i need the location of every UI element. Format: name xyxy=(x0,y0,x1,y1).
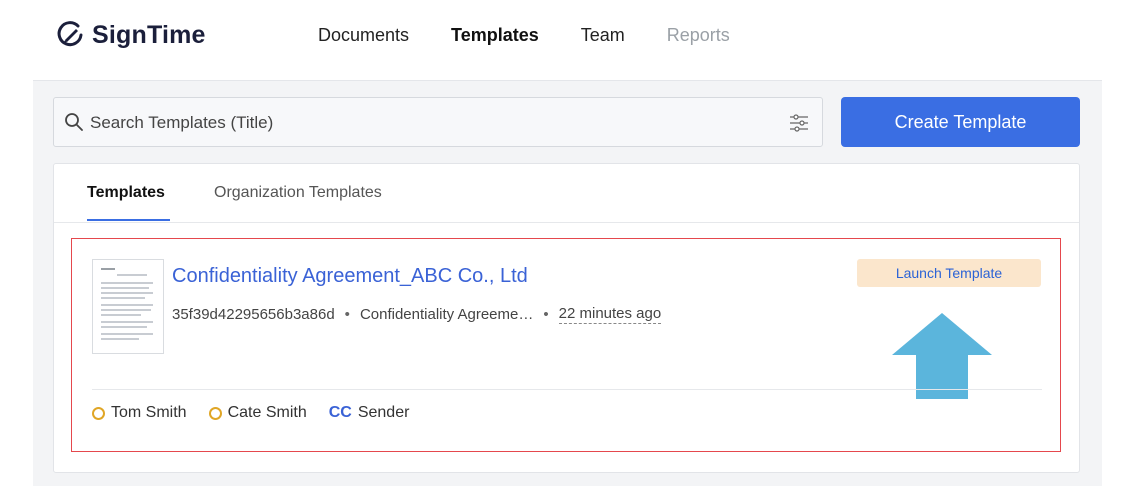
template-meta: 35f39d42295656b3a86d • Confidentiality A… xyxy=(172,305,662,324)
recipient-name: Cate Smith xyxy=(227,404,307,421)
template-list-item[interactable]: Confidentiality Agreement_ABC Co., Ltd 3… xyxy=(71,238,1061,452)
tab-organization-templates[interactable]: Organization Templates xyxy=(214,184,382,202)
search-bar xyxy=(53,97,823,148)
filter-sliders-icon[interactable] xyxy=(788,112,810,134)
recipient-list: Tom Smith Cate Smith CC Sender xyxy=(92,404,431,422)
item-divider xyxy=(92,389,1042,390)
arrow-up-icon xyxy=(892,313,992,399)
templates-card: Templates Organization Templates Confide… xyxy=(53,163,1080,473)
app-name: SignTime xyxy=(92,20,206,49)
template-file-name: Confidentiality Agreeme… xyxy=(359,306,534,323)
recipient-cc: CC Sender xyxy=(329,404,410,422)
nav-team[interactable]: Team xyxy=(581,22,625,48)
create-template-button[interactable]: Create Template xyxy=(841,97,1080,147)
template-title[interactable]: Confidentiality Agreement_ABC Co., Ltd xyxy=(172,265,528,288)
signer-ring-icon xyxy=(92,406,105,420)
signature-pen-icon xyxy=(57,21,83,47)
recipient-name: Sender xyxy=(357,404,410,421)
signer-ring-icon xyxy=(208,406,222,420)
recipient-name: Tom Smith xyxy=(111,404,187,421)
app-logo[interactable]: SignTime xyxy=(56,16,206,54)
recipient-signer: Cate Smith xyxy=(208,404,307,422)
top-header: SignTime Documents Templates Team Report… xyxy=(0,0,1122,80)
cc-badge: CC xyxy=(328,404,352,421)
launch-template-button[interactable]: Launch Template xyxy=(857,259,1041,287)
main-content: Create Template Templates Organization T… xyxy=(33,80,1102,486)
meta-separator: • xyxy=(344,306,350,323)
document-thumbnail[interactable] xyxy=(92,259,164,354)
main-nav: Documents Templates Team Reports xyxy=(318,22,772,48)
template-id: 35f39d42295656b3a86d xyxy=(172,306,335,323)
search-icon xyxy=(65,113,83,131)
search-input[interactable] xyxy=(88,98,772,148)
meta-separator: • xyxy=(543,306,549,323)
nav-documents[interactable]: Documents xyxy=(318,22,409,48)
template-tabs: Templates Organization Templates xyxy=(54,164,1079,223)
nav-reports[interactable]: Reports xyxy=(667,22,730,48)
recipient-signer: Tom Smith xyxy=(92,404,187,422)
tab-templates[interactable]: Templates xyxy=(87,184,165,202)
template-timestamp[interactable]: 22 minutes ago xyxy=(558,305,662,324)
active-tab-indicator xyxy=(87,219,170,221)
nav-templates[interactable]: Templates xyxy=(451,22,539,48)
